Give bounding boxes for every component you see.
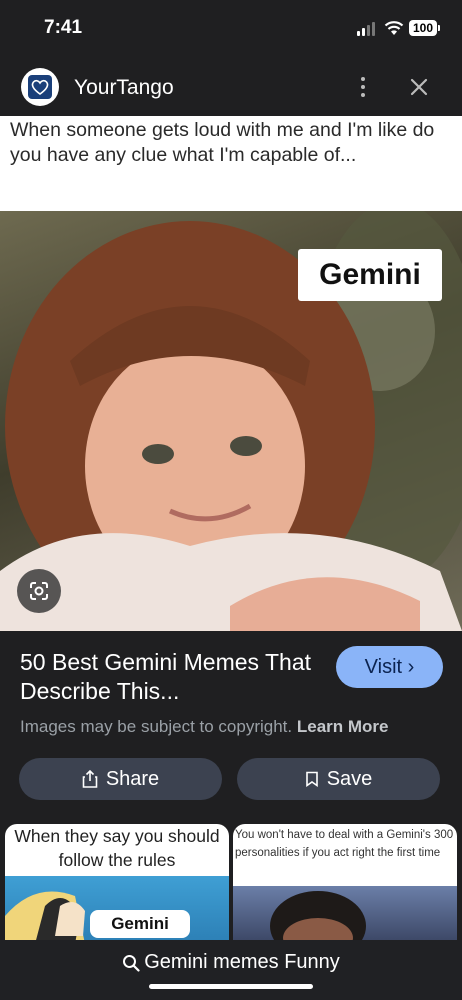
home-indicator[interactable] [149,984,313,989]
visit-button[interactable]: Visit › [336,646,443,688]
meme-image[interactable]: When someone gets loud with me and I'm l… [0,116,462,631]
source-header: YourTango [0,58,462,116]
related-caption: When they say you should follow the rule… [14,826,220,870]
save-label: Save [326,767,373,790]
meme-caption: When someone gets loud with me and I'm l… [0,116,462,211]
status-bar: 7:41 100 [0,0,462,58]
battery-icon: 100 [409,20,437,36]
related-caption: You won't have to deal with a Gemini's 3… [235,829,454,859]
search-icon [123,954,140,972]
status-time: 7:41 [44,17,83,38]
yourtango-logo[interactable] [21,68,59,106]
search-query: Gemini memes Funny [144,951,340,973]
battery-tip [438,25,440,31]
lens-icon [30,582,48,600]
share-label: Share [105,767,160,790]
bookmark-icon [305,771,318,787]
save-button[interactable]: Save [237,758,440,800]
person-illustration [270,891,366,944]
bottom-search-pill[interactable]: Gemini memes Funny [0,951,462,974]
related-gemini-label: Gemini [90,910,190,938]
signal-icon [357,22,375,36]
related-result-card[interactable]: You won't have to deal with a Gemini's 3… [233,824,457,944]
heart-logo-icon [28,75,52,99]
site-name[interactable]: YourTango [74,76,174,100]
wifi-icon [384,21,404,35]
gemini-label: Gemini [298,249,442,301]
copyright-notice: Images may be subject to copyright. Lear… [20,717,389,737]
more-options-icon[interactable] [352,75,374,99]
share-icon [82,770,98,788]
share-button[interactable]: Share [19,758,222,800]
person-thumbnail [233,886,457,944]
related-result-card[interactable]: When they say you should follow the rule… [5,824,229,944]
close-icon[interactable] [407,75,431,99]
learn-more-link[interactable]: Learn More [297,717,389,736]
copyright-text: Images may be subject to copyright. [20,717,293,736]
result-title[interactable]: 50 Best Gemini Memes That Describe This.… [20,648,320,706]
lens-search-button[interactable] [17,569,61,613]
